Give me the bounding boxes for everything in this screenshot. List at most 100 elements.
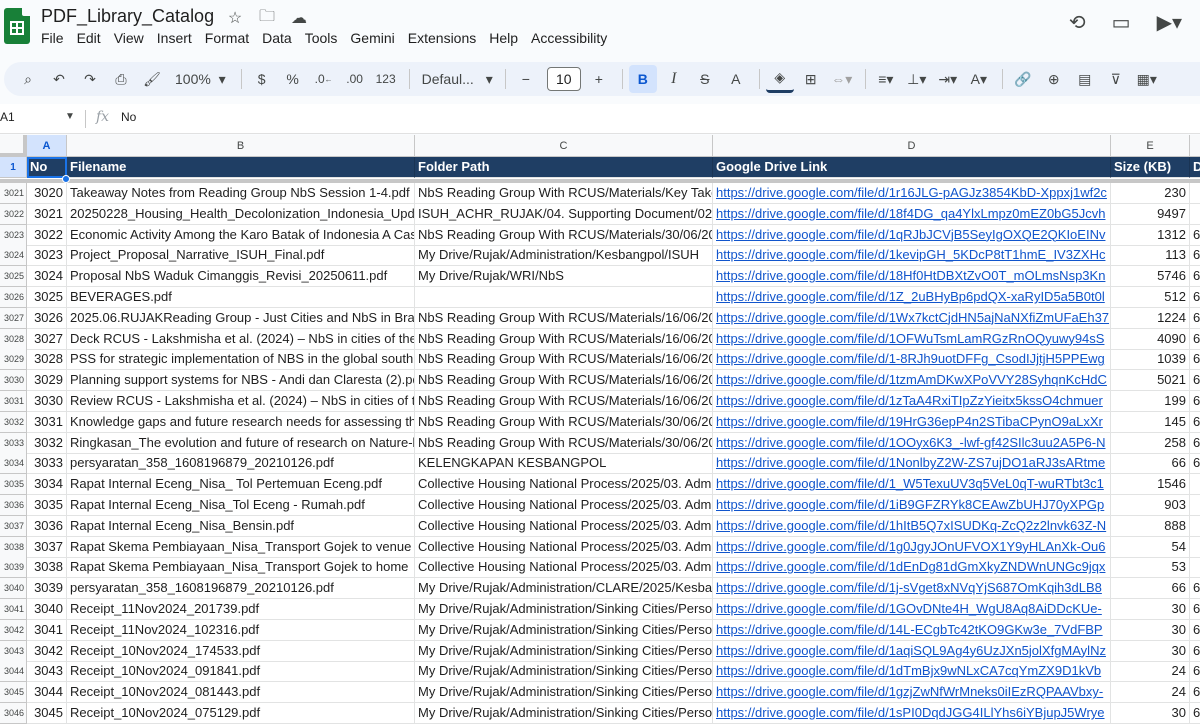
text-rotation-icon[interactable]: A▾ — [965, 65, 993, 93]
cell-extra[interactable] — [1190, 495, 1200, 516]
cell-drive-link[interactable]: https://drive.google.com/file/d/1dEnDg81… — [713, 557, 1111, 579]
cell-folder-path[interactable]: Collective Housing National Process/2025… — [415, 495, 713, 516]
menu-accessibility[interactable]: Accessibility — [531, 30, 615, 46]
cell-extra[interactable]: 6 — [1190, 266, 1200, 288]
cell-drive-link[interactable]: https://drive.google.com/file/d/1j-sVget… — [713, 578, 1111, 600]
cell-filename[interactable]: Proposal NbS Waduk Cimanggis_Revisi_2025… — [67, 266, 415, 288]
row-header[interactable]: 3044 — [0, 661, 27, 683]
document-title[interactable]: PDF_Library_Catalog — [41, 6, 214, 27]
cell-folder-path[interactable]: NbS Reading Group With RCUS/Materials/30… — [415, 432, 713, 454]
cell-extra[interactable]: 6 — [1190, 349, 1200, 371]
percent-format-button[interactable]: % — [279, 65, 307, 93]
insert-comment-icon[interactable]: ⊕ — [1040, 65, 1068, 93]
cell-size[interactable]: 30 — [1111, 599, 1190, 620]
cell-folder-path[interactable]: Collective Housing National Process/2025… — [415, 474, 713, 496]
cell-extra[interactable]: 6 — [1190, 703, 1200, 724]
cell-extra[interactable]: 6 — [1190, 225, 1200, 246]
cell-filename[interactable]: Review RCUS - Lakshmisha et al. (2024) –… — [67, 391, 415, 412]
cell-extra[interactable] — [1190, 183, 1200, 204]
cell-drive-link[interactable]: https://drive.google.com/file/d/1-8RJh9u… — [713, 349, 1111, 371]
column-header[interactable]: D — [713, 135, 1111, 157]
cell-size[interactable]: 24 — [1111, 661, 1190, 683]
row-header[interactable]: 3027 — [0, 307, 27, 329]
filter-views-icon[interactable]: ▦▾ — [1133, 65, 1161, 93]
cell-filename[interactable]: Ringkasan_The evolution and future of re… — [67, 432, 415, 454]
row-header[interactable]: 3030 — [0, 370, 27, 392]
cell-size[interactable]: 54 — [1111, 536, 1190, 558]
cell-no[interactable]: 3036 — [27, 515, 67, 537]
paint-format-icon[interactable]: 🖌 — [138, 65, 166, 93]
cell-drive-link[interactable]: https://drive.google.com/file/d/1OOyx6K3… — [713, 432, 1111, 454]
row-header[interactable]: 3040 — [0, 578, 27, 600]
cell-drive-link[interactable]: https://drive.google.com/file/d/1kevipGH… — [713, 245, 1111, 267]
cell-drive-link[interactable]: https://drive.google.com/file/d/1Z_2uBHy… — [713, 287, 1111, 308]
row-header[interactable]: 3043 — [0, 640, 27, 662]
cell-no[interactable]: 3030 — [27, 391, 67, 412]
spreadsheet-grid[interactable]: A B C D E 1 No Filename Folder Path Google Drive … — [0, 135, 1200, 726]
fill-color-icon[interactable]: ◈ — [765, 65, 794, 93]
row-header[interactable]: 3036 — [0, 495, 27, 516]
row-header[interactable]: 3042 — [0, 619, 27, 641]
cell-size[interactable]: 4090 — [1111, 328, 1190, 350]
cell-folder-path[interactable]: My Drive/Rujak/Administration/Sinking Ci… — [415, 640, 713, 662]
menu-tools[interactable]: Tools — [305, 30, 346, 46]
cell-no[interactable]: 3034 — [27, 474, 67, 496]
menu-extensions[interactable]: Extensions — [408, 30, 484, 46]
cell-drive-link[interactable]: https://drive.google.com/file/d/1gzjZwNf… — [713, 682, 1111, 704]
cell-filename[interactable]: Knowledge gaps and future research needs… — [67, 411, 415, 433]
cell-folder-path[interactable]: KELENGKAPAN KESBANGPOL — [415, 453, 713, 475]
cell-folder-path[interactable]: Collective Housing National Process/2025… — [415, 557, 713, 579]
cell-size[interactable]: 1039 — [1111, 349, 1190, 371]
header-cell[interactable]: Size (KB) — [1111, 157, 1190, 178]
cell-size[interactable]: 30 — [1111, 640, 1190, 662]
menu-edit[interactable]: Edit — [77, 30, 109, 46]
sheets-logo-icon[interactable] — [4, 8, 30, 44]
cell-folder-path[interactable] — [415, 287, 713, 308]
row-header[interactable]: 3023 — [0, 224, 27, 246]
column-header[interactable] — [1190, 135, 1200, 157]
cell-extra[interactable] — [1190, 474, 1200, 496]
cell-filename[interactable]: Receipt_11Nov2024_102316.pdf — [67, 619, 415, 641]
cell-size[interactable]: 24 — [1111, 682, 1190, 704]
cell-size[interactable]: 66 — [1111, 453, 1190, 475]
cell-no[interactable]: 3032 — [27, 432, 67, 454]
cell-drive-link[interactable]: https://drive.google.com/file/d/1r16JLG-… — [713, 183, 1111, 204]
cell-folder-path[interactable]: NbS Reading Group With RCUS/Materials/16… — [415, 307, 713, 329]
cell-drive-link[interactable]: https://drive.google.com/file/d/1_W5Texu… — [713, 474, 1111, 496]
cell-extra[interactable]: 6 — [1190, 453, 1200, 475]
cell-extra[interactable]: 6 — [1190, 391, 1200, 412]
cell-folder-path[interactable]: ISUH_ACHR_RUJAK/04. Supporting Document/… — [415, 203, 713, 225]
cell-folder-path[interactable]: My Drive/Rujak/Administration/Sinking Ci… — [415, 661, 713, 683]
cell-filename[interactable]: persyaratan_358_1608196879_20210126.pdf — [67, 453, 415, 475]
cell-filename[interactable]: Receipt_10Nov2024_075129.pdf — [67, 703, 415, 724]
row-header[interactable]: 1 — [0, 157, 27, 178]
row-header[interactable]: 3025 — [0, 266, 27, 288]
cell-size[interactable]: 199 — [1111, 391, 1190, 412]
more-formats-button[interactable]: 123 — [372, 65, 400, 93]
currency-format-button[interactable]: $ — [248, 65, 276, 93]
cell-filename[interactable]: Receipt_10Nov2024_091841.pdf — [67, 661, 415, 683]
italic-button[interactable]: I — [660, 65, 688, 93]
menu-view[interactable]: View — [114, 30, 152, 46]
cell-drive-link[interactable]: https://drive.google.com/file/d/1tzmAmDK… — [713, 370, 1111, 392]
menu-help[interactable]: Help — [489, 30, 526, 46]
cell-size[interactable]: 888 — [1111, 515, 1190, 537]
zoom-select[interactable]: 100% ▾ — [169, 65, 232, 93]
cell-no[interactable]: 3038 — [27, 557, 67, 579]
cell-extra[interactable]: 6 — [1190, 661, 1200, 683]
row-header[interactable]: 3031 — [0, 391, 27, 412]
header-cell[interactable]: No — [27, 157, 67, 178]
cell-no[interactable]: 3021 — [27, 203, 67, 225]
column-header[interactable]: B — [67, 135, 415, 157]
menu-file[interactable]: File — [41, 30, 72, 46]
meet-icon[interactable]: ▶▾ — [1157, 10, 1182, 35]
insert-link-icon[interactable]: 🔗 — [1009, 65, 1037, 93]
cell-extra[interactable]: 6 — [1190, 433, 1200, 454]
filter-icon[interactable]: ⊽ — [1102, 65, 1130, 93]
decrease-decimal-button[interactable]: .0 ← — [310, 65, 338, 93]
header-cell[interactable]: D — [1190, 157, 1200, 178]
cell-size[interactable]: 30 — [1111, 703, 1190, 724]
cell-no[interactable]: 3026 — [27, 307, 67, 329]
row-header[interactable]: 3033 — [0, 432, 27, 454]
cell-drive-link[interactable]: https://drive.google.com/file/d/1iB9GFZR… — [713, 495, 1111, 516]
